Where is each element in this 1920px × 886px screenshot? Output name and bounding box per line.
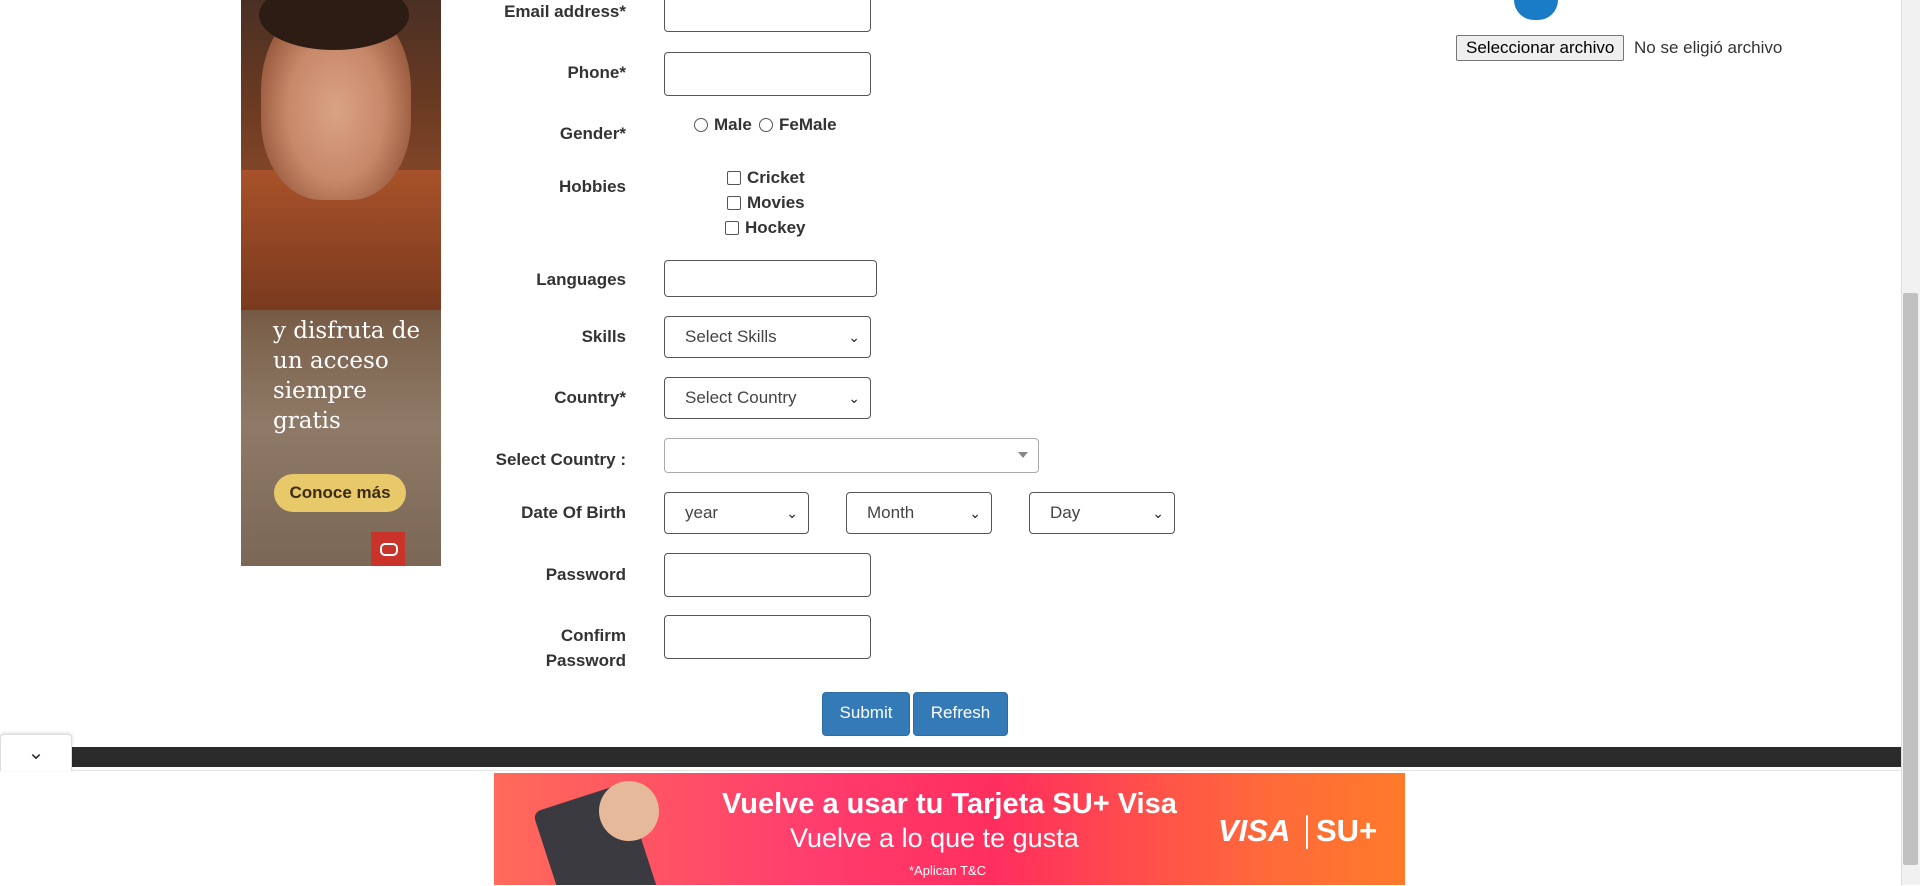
dob-label: Date Of Birth [521,503,626,522]
hobby-movies[interactable]: Movies [727,193,805,213]
chevron-down-icon: ⌄ [786,505,798,521]
refresh-button[interactable]: Refresh [913,692,1008,736]
female-radio[interactable] [759,118,773,132]
cricket-label: Cricket [747,168,805,187]
page-footer [70,747,1901,767]
dob-year-select[interactable]: year ⌄ [664,492,809,534]
confirm-password-field[interactable] [664,615,871,659]
banner-headline: Vuelve a usar tu Tarjeta SU+ Visa [722,788,1177,820]
confirm-password-label-line2: Password [545,651,626,670]
password-label: Password [545,565,626,584]
dropdown-arrow-icon [1018,452,1028,458]
su-plus-logo: SU+ [1316,813,1378,848]
hobby-cricket[interactable]: Cricket [727,168,805,188]
person-image [599,781,659,841]
male-radio[interactable] [694,118,708,132]
email-field[interactable] [664,0,871,32]
chevron-down-icon: ⌄ [848,390,860,406]
ad-logo-icon [371,532,405,566]
ad-cta-button[interactable]: Conoce más [274,474,406,512]
gender-option-female[interactable]: FeMale [759,115,837,135]
chevron-down-icon: ⌄ [1152,505,1164,521]
file-select-button[interactable]: Seleccionar archivo [1456,35,1625,61]
scrollbar-thumb[interactable] [1903,293,1918,865]
select-country-combobox[interactable] [664,438,1039,473]
select-country-label: Select Country : [495,450,626,469]
male-label: Male [714,115,752,134]
brand-divider [1306,815,1308,849]
dob-day-select[interactable]: Day ⌄ [1029,492,1175,534]
country-label: Country* [554,388,626,407]
dob-month-select[interactable]: Month ⌄ [846,492,992,534]
skills-select-value: Select Skills [685,327,777,346]
phone-label: Phone* [567,63,626,82]
hobbies-label: Hobbies [558,177,626,196]
visa-logo: VISA [1218,813,1291,848]
upload-gear-icon [1514,0,1558,20]
movies-label: Movies [747,193,805,212]
skills-select[interactable]: Select Skills ⌄ [664,316,871,358]
dob-day-value: Day [1050,503,1081,522]
dob-year-value: year [685,503,719,522]
hobby-hockey[interactable]: Hockey [725,218,805,238]
female-label: FeMale [779,115,837,134]
ad-collapse-button[interactable]: ⌄ [0,734,72,771]
confirm-password-label-line1: Confirm [560,626,626,645]
banner-subheadline: Vuelve a lo que te gusta [790,823,1079,853]
phone-field[interactable] [664,52,871,96]
submit-button[interactable]: Submit [822,692,910,736]
file-status-text: No se eligió archivo [1634,38,1783,57]
chevron-down-icon: ⌄ [848,329,860,345]
dob-month-value: Month [867,503,915,522]
skills-label: Skills [581,327,626,346]
gender-option-male[interactable]: Male [694,115,752,135]
movies-checkbox[interactable] [727,196,741,210]
cricket-checkbox[interactable] [727,171,741,185]
languages-label: Languages [536,270,626,289]
email-label: Email address* [504,2,626,21]
banner-terms: *Aplican T&C [909,863,987,878]
bottom-banner-ad[interactable]: Vuelve a usar tu Tarjeta SU+ Visa Vuelve… [494,773,1405,885]
hockey-checkbox[interactable] [725,221,739,235]
country-select-value: Select Country [685,388,797,407]
languages-field[interactable] [664,260,877,297]
chevron-down-icon: ⌄ [27,742,45,764]
gender-label: Gender* [559,124,626,143]
password-field[interactable] [664,553,871,597]
hockey-label: Hockey [745,218,806,237]
country-select[interactable]: Select Country ⌄ [664,377,871,419]
chevron-down-icon: ⌄ [969,505,981,521]
ad-text: y disfruta de un acceso siempre gratis [273,318,421,434]
